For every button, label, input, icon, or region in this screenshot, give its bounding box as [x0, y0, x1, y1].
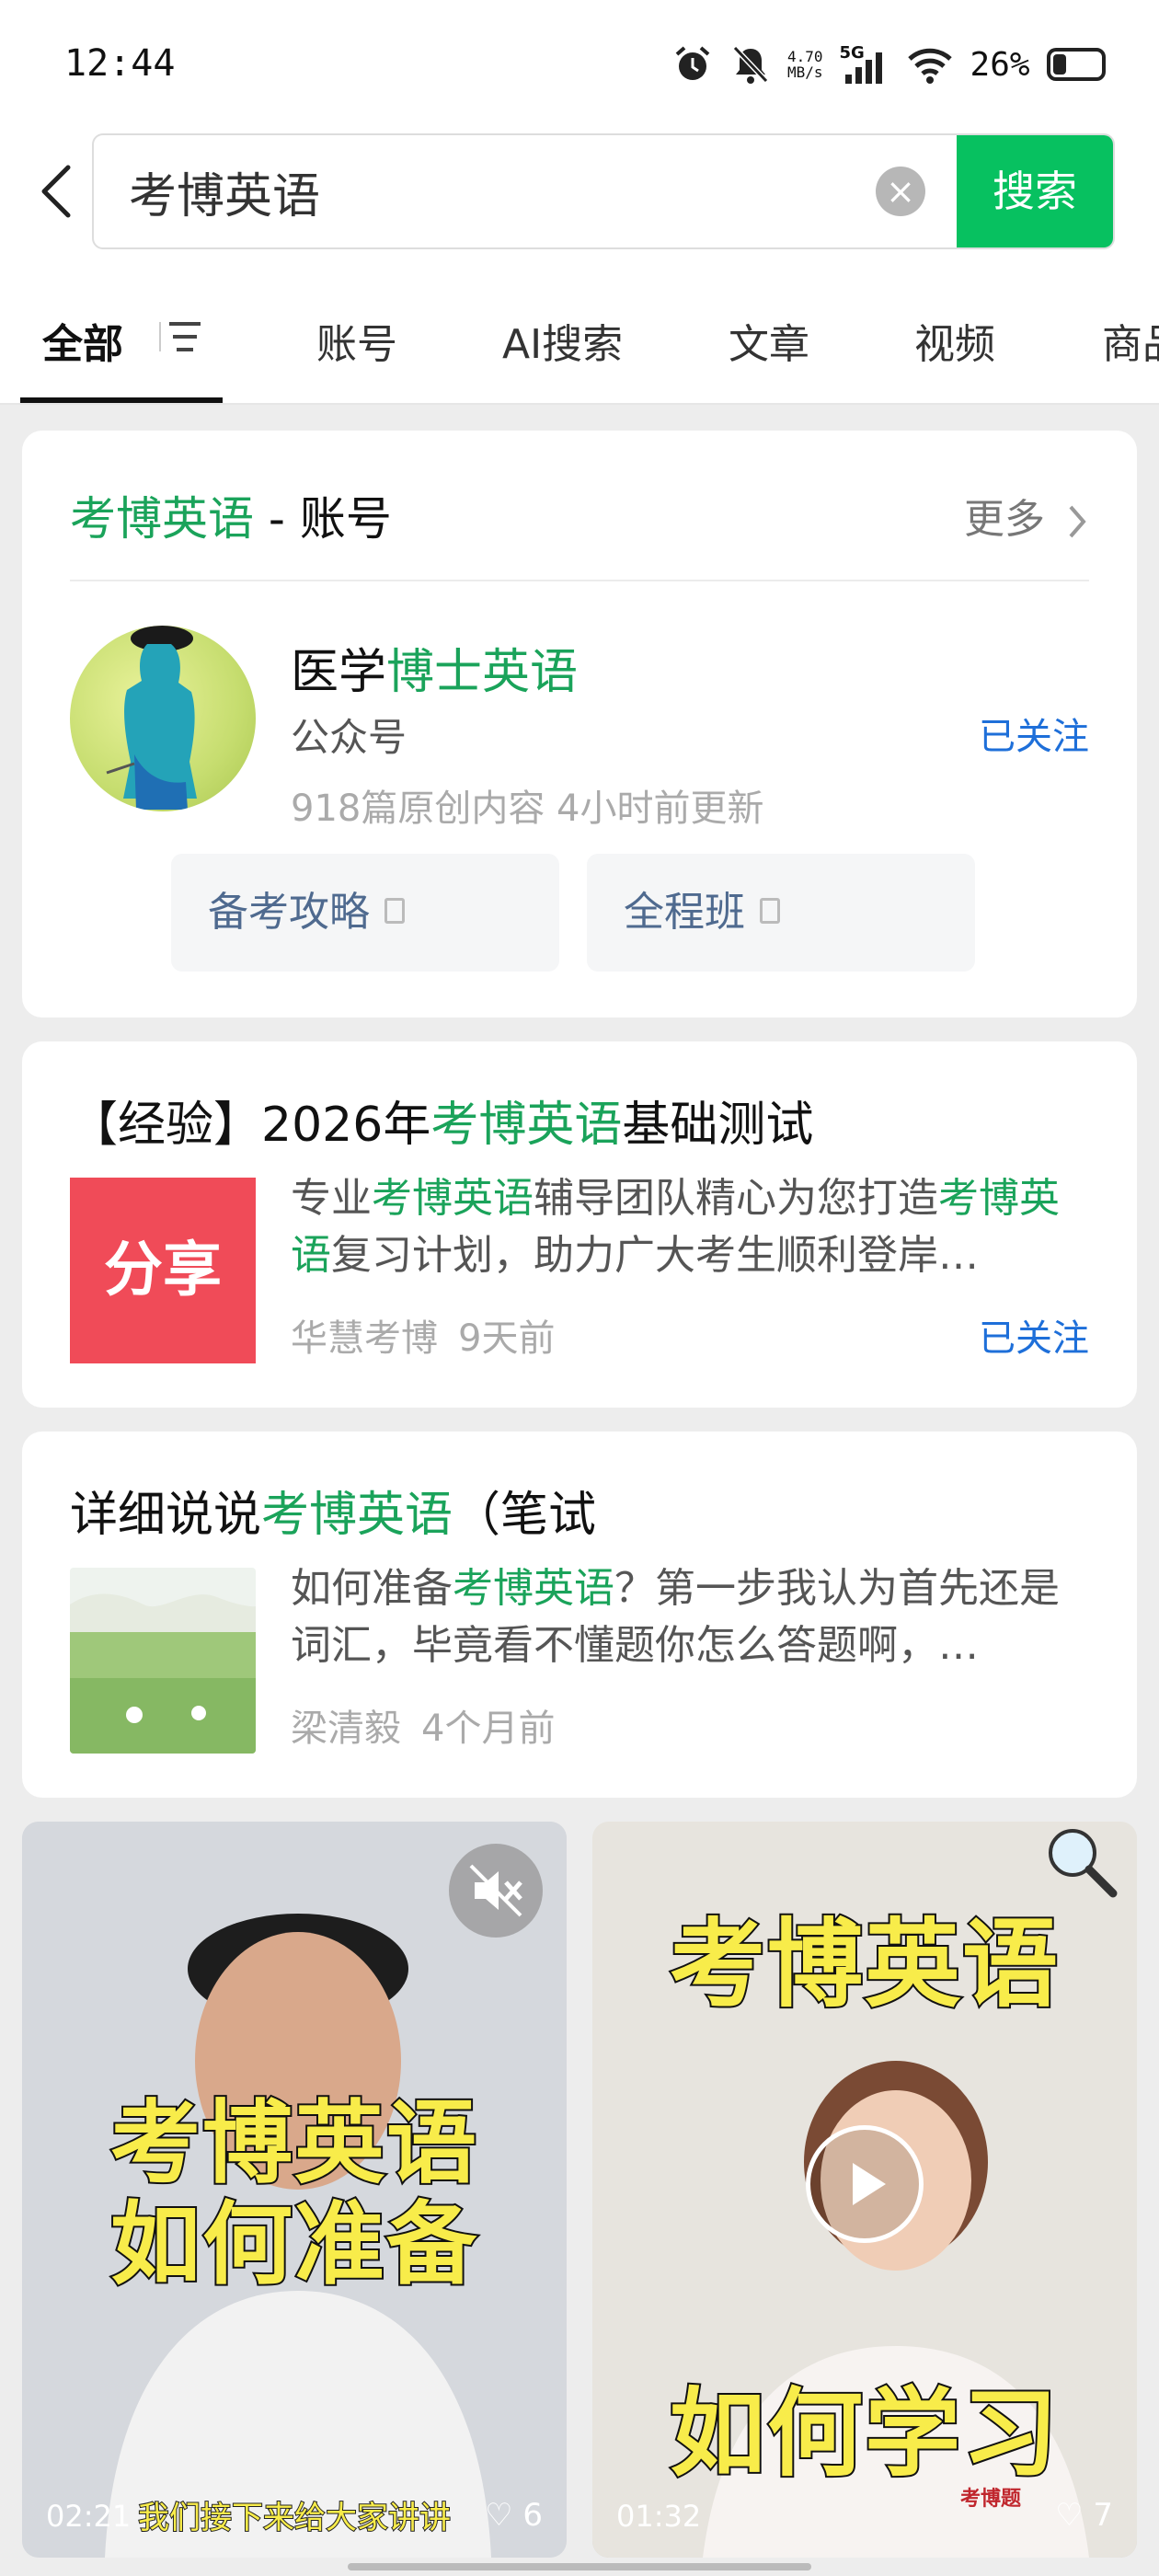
status-icons: 4.70 MB/s 5G 26% [671, 39, 1106, 90]
active-tab-indicator [20, 397, 223, 403]
article-title: 【经验】2026年考博英语基础测试 [70, 1086, 813, 1155]
follow-status[interactable]: 已关注 [979, 707, 1089, 760]
mute-bell-icon [730, 43, 771, 86]
article-thumbnail: 分享 [70, 1178, 256, 1363]
tab-articles[interactable]: 文章 [729, 311, 809, 370]
net-speed-value: 4.70 [787, 48, 823, 65]
video-card[interactable]: 考博英语 如何准备 我们接下来给大家讲讲 02:21 ♡ 6 [22, 1822, 567, 2558]
search-input[interactable] [129, 135, 865, 247]
clear-icon[interactable]: × [876, 167, 925, 216]
tab-accounts[interactable]: 账号 [316, 311, 397, 370]
battery-percent: 26% [970, 45, 1030, 84]
network-type: 5G [839, 43, 865, 63]
article-time: 4个月前 [421, 1708, 556, 1750]
avatar[interactable] [70, 626, 256, 811]
article-title-prefix: 【经验】2026年 [70, 1098, 431, 1153]
video-likes: ♡ 7 [1055, 2497, 1113, 2534]
back-arrow-icon[interactable] [33, 162, 83, 221]
account-name[interactable]: 医学博士英语 [291, 633, 578, 702]
snippet-highlight: 考博英语 [372, 1175, 534, 1222]
article-author: 华慧考博 [291, 1317, 438, 1360]
section-title-suffix: - 账号 [254, 492, 392, 546]
account-name-prefix: 医学 [291, 645, 387, 700]
net-speed: 4.70 MB/s [787, 49, 823, 80]
snippet-highlight: 考博英语 [453, 1565, 614, 1612]
battery-icon [1046, 48, 1106, 81]
account-type: 公众号 [291, 715, 407, 760]
more-link[interactable]: 更多 [964, 486, 1089, 545]
video-caption-line2: 如何准备 [109, 2191, 478, 2299]
menu-button-label: 备考攻略 [208, 889, 370, 936]
video-caption-line1: 考博英语 [668, 1906, 1060, 2022]
article-result-card[interactable]: 详细说说考博英语（笔试 如何准备考博英语？第一步我认为首先还是词汇，毕竟看不懂题… [22, 1432, 1137, 1798]
article-meta: 华慧考博 9天前 [291, 1308, 555, 1362]
article-time: 9天前 [458, 1317, 556, 1360]
follow-status[interactable]: 已关注 [979, 1308, 1089, 1362]
section-title-highlight: 考博英语 [70, 492, 254, 546]
document-icon [760, 898, 780, 924]
divider [70, 580, 1089, 581]
alarm-icon [671, 43, 714, 86]
tab-videos[interactable]: 视频 [914, 311, 995, 370]
article-result-card[interactable]: 【经验】2026年考博英语基础测试 分享 专业考博英语辅导团队精心为您打造考博英… [22, 1041, 1137, 1408]
menu-button-course[interactable]: 全程班 [587, 854, 975, 972]
article-title-highlight: 考博英语 [261, 1488, 453, 1543]
article-author: 梁清毅 [291, 1708, 401, 1750]
menu-button-strategy[interactable]: 备考攻略 [171, 854, 559, 972]
snippet-text: 复习计划，助力广大考生顺利登岸… [331, 1232, 979, 1279]
signal-icon: 5G [840, 43, 889, 86]
article-title: 详细说说考博英语（笔试 [70, 1476, 596, 1545]
tab-all[interactable]: 全部 [42, 311, 123, 370]
status-time: 12:44 [64, 42, 176, 85]
video-likes: ♡ 6 [485, 2497, 543, 2534]
magnifier-icon[interactable] [1041, 1822, 1119, 1899]
mute-icon[interactable] [449, 1844, 543, 1938]
account-result-card[interactable]: 考博英语 - 账号 更多 医学博士英语 公众号 已关注 918篇原创内容 4小时… [22, 431, 1137, 1018]
account-meta: 918篇原创内容 4小时前更新 [291, 788, 764, 830]
snippet-text: 如何准备 [291, 1565, 453, 1612]
tab-ai-search[interactable]: AI搜索 [502, 311, 623, 370]
video-badge: 考博题 [960, 2488, 1022, 2511]
menu-button-label: 全程班 [624, 889, 745, 936]
more-label: 更多 [964, 496, 1045, 543]
article-title-highlight: 考博英语 [430, 1098, 623, 1153]
section-title: 考博英语 - 账号 [70, 482, 392, 548]
home-indicator[interactable] [348, 2563, 811, 2570]
video-duration: 01:32 [616, 2499, 702, 2534]
video-caption-line2: 如何学习 [668, 2375, 1060, 2491]
snippet-text: 辅导团队精心为您打造 [534, 1175, 938, 1222]
article-thumbnail [70, 1568, 256, 1754]
search-bar: × 搜索 [92, 133, 1115, 249]
snippet-text: 专业 [291, 1175, 372, 1222]
filter-icon[interactable] [158, 318, 202, 355]
search-button[interactable]: 搜索 [957, 135, 1113, 247]
document-icon [384, 898, 405, 924]
account-name-highlight: 博士英语 [386, 645, 579, 700]
article-snippet: 如何准备考博英语？第一步我认为首先还是词汇，毕竟看不懂题你怎么答题啊，… [291, 1560, 1093, 1674]
tab-products[interactable]: 商品 [1102, 311, 1159, 370]
video-duration: 02:21 [46, 2499, 132, 2534]
chevron-right-icon [1069, 505, 1086, 538]
wifi-icon [906, 44, 954, 85]
video-card[interactable]: 考博英语 如何学习 考博题 01:32 ♡ 7 [592, 1822, 1137, 2558]
article-title-suffix: （笔试 [453, 1488, 597, 1543]
article-snippet: 专业考博英语辅导团队精心为您打造考博英语复习计划，助力广大考生顺利登岸… [291, 1170, 1093, 1284]
net-speed-unit: MB/s [787, 63, 823, 81]
article-meta: 梁清毅 4个月前 [291, 1698, 555, 1752]
article-title-prefix: 详细说说 [70, 1488, 262, 1543]
article-title-suffix: 基础测试 [622, 1098, 814, 1153]
play-icon[interactable] [806, 2125, 924, 2243]
